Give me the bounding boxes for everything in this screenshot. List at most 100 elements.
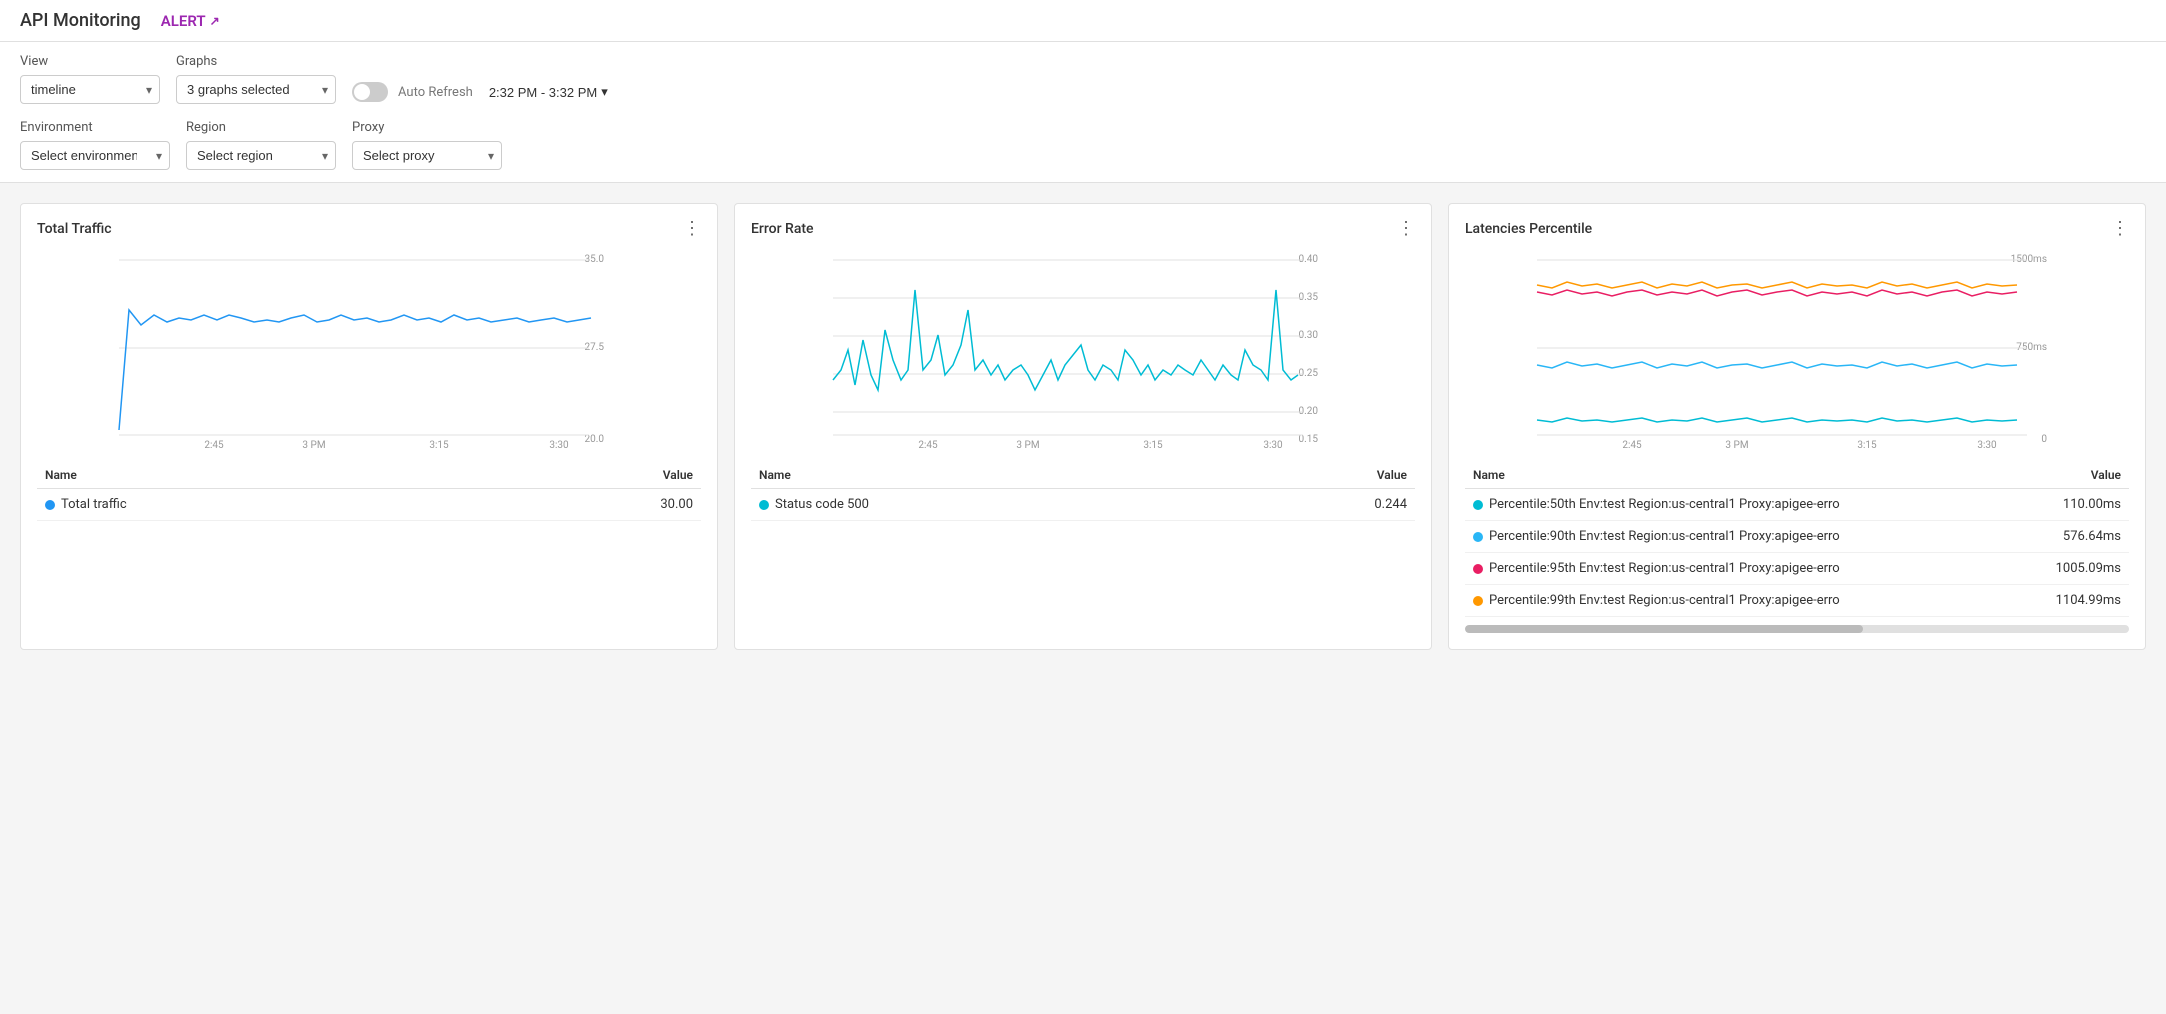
latencies-more-icon[interactable]: ⋮ [2111,220,2129,238]
latencies-scrollbar[interactable] [1465,625,2129,633]
table-row: Percentile:99th Env:test Region:us-centr… [1465,585,2129,617]
refresh-time-row: Auto Refresh 2:32 PM - 3:32 PM ▾ [352,80,614,104]
p95-value: 1005.09ms [1937,553,2129,585]
alert-link[interactable]: ALERT ↗ [161,12,220,30]
graphs-select-wrapper: 3 graphs selected 1 graph selected 2 gra… [176,75,336,104]
filter-row: Environment Select environment ▾ Region … [20,120,2146,170]
svg-text:3:15: 3:15 [1143,440,1163,450]
p99-name: Percentile:99th Env:test Region:us-centr… [1489,593,1840,608]
view-label: View [20,54,160,69]
time-range-chevron-icon: ▾ [601,84,608,100]
proxy-control: Proxy Select proxy ▾ [352,120,502,170]
region-select[interactable]: Select region [186,141,336,170]
p95-name: Percentile:95th Env:test Region:us-centr… [1489,561,1840,576]
view-select-wrapper: timeline table ▾ [20,75,160,104]
svg-text:3 PM: 3 PM [1725,440,1748,450]
latencies-scrollbar-thumb [1465,625,1863,633]
refresh-time-group: Auto Refresh 2:32 PM - 3:32 PM ▾ [352,59,614,104]
p99-dot [1473,596,1483,606]
latency-table-wrapper: Name Value Percentile:50th Env:test Regi… [1465,462,2129,617]
table-row: Status code 500 0.244 [751,489,1415,521]
region-select-wrapper: Select region ▾ [186,141,336,170]
total-traffic-title: Total Traffic [37,221,112,237]
total-traffic-chart: 35.0 27.5 20.0 2:45 3 PM 3:15 3:30 [37,250,701,450]
latencies-title: Latencies Percentile [1465,221,1592,237]
svg-text:3 PM: 3 PM [1016,440,1039,450]
svg-text:3:30: 3:30 [1263,440,1283,450]
total-traffic-name-header: Name [37,462,480,489]
svg-text:3:30: 3:30 [549,440,569,450]
error-rate-value-header: Value [1230,462,1415,489]
toggle-slider [352,82,388,102]
spacer-label [352,59,614,74]
svg-text:3:15: 3:15 [1857,440,1877,450]
error-rate-row-value: 0.244 [1230,489,1415,521]
svg-text:0.15: 0.15 [1299,434,1319,445]
total-traffic-card: Total Traffic ⋮ 35.0 27.5 20.0 2:45 3 PM… [20,203,718,650]
latencies-name-header: Name [1465,462,1937,489]
charts-area: Total Traffic ⋮ 35.0 27.5 20.0 2:45 3 PM… [0,183,2166,670]
table-row: Percentile:95th Env:test Region:us-centr… [1465,553,2129,585]
svg-text:2:45: 2:45 [204,440,224,450]
error-rate-title: Error Rate [751,221,814,237]
env-select-wrapper: Select environment ▾ [20,141,170,170]
time-range-button[interactable]: 2:32 PM - 3:32 PM ▾ [483,80,614,104]
app-title: API Monitoring [20,10,141,31]
latencies-card: Latencies Percentile ⋮ 1500ms 750ms 0 [1448,203,2146,650]
latencies-chart: 1500ms 750ms 0 2:45 3 PM 3:15 3:30 [1465,250,2129,450]
p99-value: 1104.99ms [1937,585,2129,617]
latencies-header: Latencies Percentile ⋮ [1465,220,2129,238]
svg-text:2:45: 2:45 [1622,440,1642,450]
p50-value: 110.00ms [1937,489,2129,521]
latencies-table: Name Value Percentile:50th Env:test Regi… [1465,462,2129,617]
env-label: Environment [20,120,170,135]
svg-text:3 PM: 3 PM [302,440,325,450]
top-bar: API Monitoring ALERT ↗ [0,0,2166,42]
total-traffic-header: Total Traffic ⋮ [37,220,701,238]
region-label: Region [186,120,336,135]
p50-dot [1473,500,1483,510]
error-rate-more-icon[interactable]: ⋮ [1397,220,1415,238]
total-traffic-table: Name Value Total traffic 30.00 [37,462,701,521]
table-row: Total traffic 30.00 [37,489,701,521]
total-traffic-svg: 35.0 27.5 20.0 2:45 3 PM 3:15 3:30 [37,250,701,450]
graphs-control: Graphs 3 graphs selected 1 graph selecte… [176,54,336,104]
region-control: Region Select region ▾ [186,120,336,170]
svg-text:2:45: 2:45 [918,440,938,450]
p95-dot [1473,564,1483,574]
error-rate-header: Error Rate ⋮ [751,220,1415,238]
latencies-value-header: Value [1937,462,2129,489]
error-rate-svg: 0.40 0.35 0.30 0.25 0.20 0.15 2:45 3 PM … [751,250,1415,450]
view-control: View timeline table ▾ [20,54,160,104]
p90-dot [1473,532,1483,542]
total-traffic-row-value: 30.00 [480,489,701,521]
graphs-label: Graphs [176,54,336,69]
p50-name: Percentile:50th Env:test Region:us-centr… [1489,497,1840,512]
table-row: Percentile:90th Env:test Region:us-centr… [1465,521,2129,553]
svg-text:3:15: 3:15 [429,440,449,450]
auto-refresh-toggle[interactable] [352,82,388,102]
latencies-svg: 1500ms 750ms 0 2:45 3 PM 3:15 3:30 [1465,250,2129,450]
p90-value: 576.64ms [1937,521,2129,553]
total-traffic-value-header: Value [480,462,701,489]
view-select[interactable]: timeline table [20,75,160,104]
total-traffic-dot [45,500,55,510]
svg-text:20.0: 20.0 [585,434,605,445]
svg-text:0: 0 [2041,434,2047,445]
total-traffic-more-icon[interactable]: ⋮ [683,220,701,238]
auto-refresh-label: Auto Refresh [398,85,473,100]
external-link-icon: ↗ [210,14,220,28]
error-rate-dot [759,500,769,510]
error-rate-chart: 0.40 0.35 0.30 0.25 0.20 0.15 2:45 3 PM … [751,250,1415,450]
proxy-select-wrapper: Select proxy ▾ [352,141,502,170]
error-rate-name-header: Name [751,462,1230,489]
proxy-label: Proxy [352,120,502,135]
error-rate-card: Error Rate ⋮ 0.40 0.35 0.30 0.25 0.20 0.… [734,203,1432,650]
controls-bar: View timeline table ▾ Graphs 3 graphs se… [0,42,2166,183]
svg-text:3:30: 3:30 [1977,440,1997,450]
p90-name: Percentile:90th Env:test Region:us-centr… [1489,529,1840,544]
graphs-select[interactable]: 3 graphs selected 1 graph selected 2 gra… [176,75,336,104]
proxy-select[interactable]: Select proxy [352,141,502,170]
env-select[interactable]: Select environment [20,141,170,170]
table-row: Percentile:50th Env:test Region:us-centr… [1465,489,2129,521]
